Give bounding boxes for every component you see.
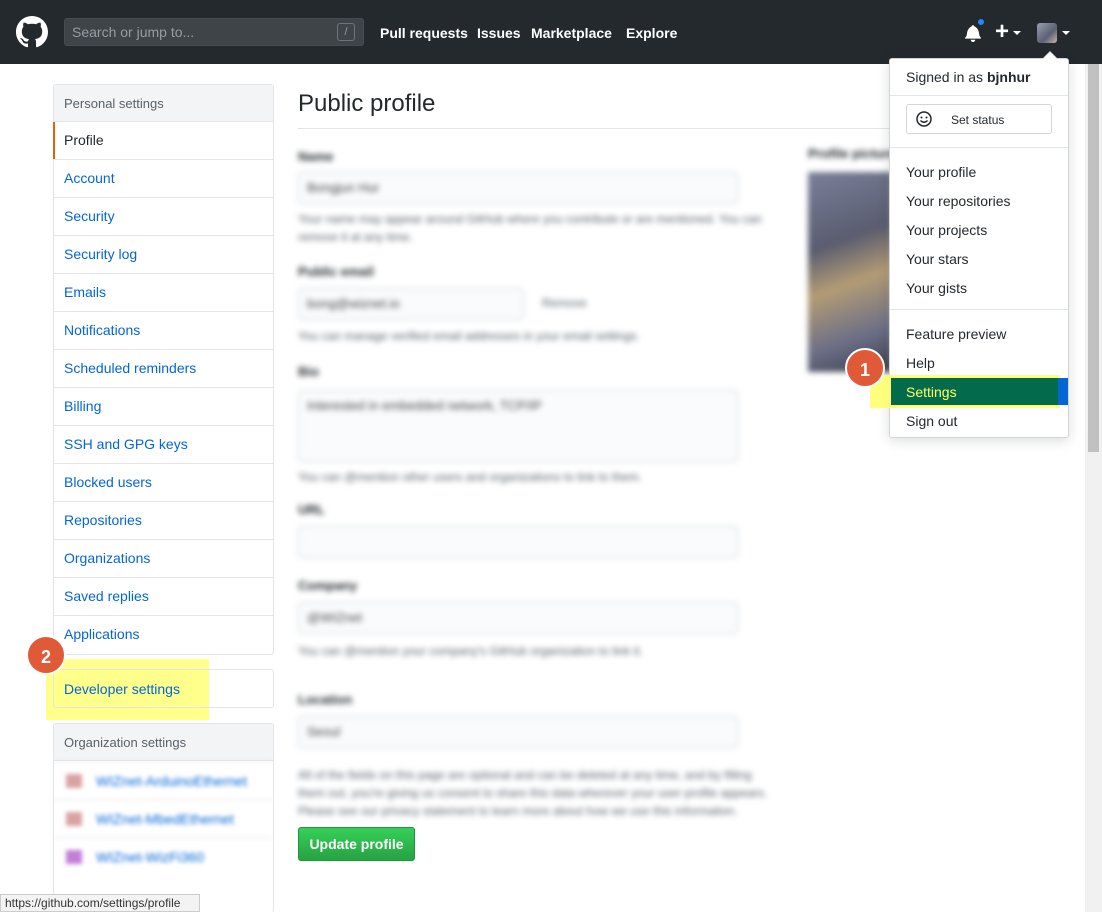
- github-logo-icon[interactable]: [16, 16, 48, 48]
- org-item[interactable]: WIZnet-MbedEthernet: [54, 799, 273, 837]
- name-label: Name: [298, 149, 334, 164]
- bio-field[interactable]: Interested in embedded network, TCP/IP: [298, 390, 738, 462]
- step-badge-1: 1: [845, 348, 885, 388]
- bio-label: Bio: [298, 364, 319, 379]
- nav-pull-requests[interactable]: Pull requests: [380, 25, 468, 41]
- menu-your-gists[interactable]: Your gists: [906, 280, 967, 296]
- dropdown-divider: [890, 147, 1068, 148]
- search-placeholder: Search or jump to...: [72, 24, 195, 40]
- org-avatar-icon: [66, 812, 82, 826]
- sidebar-item-applications[interactable]: Applications: [54, 616, 273, 654]
- sidebar-item-account[interactable]: Account: [54, 160, 273, 198]
- name-note: Your name may appear around GitHub where…: [298, 212, 762, 244]
- location-label: Location: [298, 692, 353, 707]
- page-title: Public profile: [298, 90, 436, 117]
- org-name: WIZnet-WizFi360: [96, 849, 205, 865]
- url-field[interactable]: [298, 526, 738, 558]
- search-input[interactable]: Search or jump to... /: [64, 18, 364, 46]
- sidebar-item-emails[interactable]: Emails: [54, 274, 273, 312]
- menu-sign-out[interactable]: Sign out: [906, 413, 957, 429]
- sidebar-item-scheduled-reminders[interactable]: Scheduled reminders: [54, 350, 273, 388]
- nav-marketplace[interactable]: Marketplace: [531, 25, 612, 41]
- set-status-button[interactable]: Set status: [906, 104, 1052, 134]
- name-field[interactable]: Bongjun Hur: [298, 172, 738, 204]
- top-header: Search or jump to... / Pull requests Iss…: [0, 0, 1102, 64]
- menu-your-projects[interactable]: Your projects: [906, 222, 987, 238]
- nav-issues[interactable]: Issues: [477, 25, 521, 41]
- profile-picture-label: Profile picture: [808, 146, 896, 161]
- sidebar-item-organizations[interactable]: Organizations: [54, 540, 273, 578]
- signed-in-as: Signed in as bjnhur: [906, 69, 1031, 85]
- sidebar-item-security[interactable]: Security: [54, 198, 273, 236]
- sidebar-item-billing[interactable]: Billing: [54, 388, 273, 426]
- sidebar-item-notifications[interactable]: Notifications: [54, 312, 273, 350]
- profile-picture[interactable]: [808, 172, 892, 372]
- menu-settings-edge: [1058, 378, 1068, 405]
- company-note: You can @mention your company's GitHub o…: [298, 644, 643, 658]
- menu-your-stars[interactable]: Your stars: [906, 251, 969, 267]
- nav-explore[interactable]: Explore: [626, 25, 677, 41]
- sidebar-item-profile[interactable]: Profile: [53, 122, 273, 160]
- personal-settings-heading: Personal settings: [54, 85, 273, 122]
- email-select[interactable]: bong@wiznet.io: [298, 288, 524, 320]
- org-item[interactable]: WIZnet-ArduinoEthernet: [54, 761, 273, 799]
- profile-footer-note: All of the fields on this page are optio…: [298, 768, 768, 818]
- step-badge-2: 2: [26, 635, 66, 675]
- email-note: You can manage verified email addresses …: [298, 329, 640, 343]
- location-field[interactable]: Seoul: [298, 716, 738, 748]
- sidebar-item-blocked-users[interactable]: Blocked users: [54, 464, 273, 502]
- signed-in-prefix: Signed in as: [906, 69, 984, 85]
- chevron-down-icon[interactable]: [1013, 31, 1021, 35]
- organization-settings-heading: Organization settings: [54, 724, 273, 761]
- set-status-label: Set status: [951, 113, 1005, 127]
- sidebar-item-security-log[interactable]: Security log: [54, 236, 273, 274]
- menu-settings[interactable]: Settings: [906, 384, 957, 400]
- bio-note: You can @mention other users and organiz…: [298, 470, 642, 484]
- update-profile-button[interactable]: Update profile: [298, 827, 415, 861]
- org-avatar-icon: [66, 774, 82, 788]
- username: bjnhur: [986, 69, 1031, 85]
- avatar-chevron-down-icon[interactable]: [1062, 31, 1070, 35]
- company-field[interactable]: @WIZnet: [298, 602, 738, 634]
- email-remove-button[interactable]: Remove: [542, 296, 587, 310]
- dropdown-divider: [890, 95, 1068, 96]
- smiley-icon: [916, 111, 932, 127]
- personal-settings-menu: Personal settings Profile Account Securi…: [53, 84, 274, 655]
- slash-key-hint: /: [337, 23, 355, 41]
- page-scrollbar-thumb[interactable]: [1088, 64, 1099, 452]
- title-divider: [298, 128, 892, 129]
- menu-feature-preview[interactable]: Feature preview: [906, 326, 1006, 342]
- browser-status-url: https://github.com/settings/profile: [0, 894, 200, 912]
- org-name: WIZnet-ArduinoEthernet: [96, 773, 247, 789]
- company-label: Company: [298, 578, 358, 593]
- sidebar-item-repositories[interactable]: Repositories: [54, 502, 273, 540]
- org-item[interactable]: WIZnet-WizFi360: [54, 837, 273, 875]
- sidebar-item-developer-settings[interactable]: Developer settings: [53, 669, 274, 708]
- organization-settings-menu: Organization settings WIZnet-ArduinoEthe…: [53, 723, 274, 912]
- dropdown-divider: [890, 309, 1068, 310]
- profile-form: Name Bongjun Hur Your name may appear ar…: [298, 140, 778, 830]
- sidebar-item-saved-replies[interactable]: Saved replies: [54, 578, 273, 616]
- unread-indicator-icon: [976, 17, 986, 27]
- org-avatar-icon: [66, 850, 82, 864]
- url-label: URL: [298, 502, 325, 517]
- create-new-plus-icon[interactable]: +: [995, 20, 1009, 44]
- sidebar-item-ssh-gpg-keys[interactable]: SSH and GPG keys: [54, 426, 273, 464]
- user-avatar[interactable]: [1037, 23, 1057, 43]
- email-label: Public email: [298, 264, 374, 279]
- menu-your-profile[interactable]: Your profile: [906, 164, 976, 180]
- menu-your-repositories[interactable]: Your repositories: [906, 193, 1011, 209]
- org-name: WIZnet-MbedEthernet: [96, 811, 234, 827]
- menu-help[interactable]: Help: [906, 355, 935, 371]
